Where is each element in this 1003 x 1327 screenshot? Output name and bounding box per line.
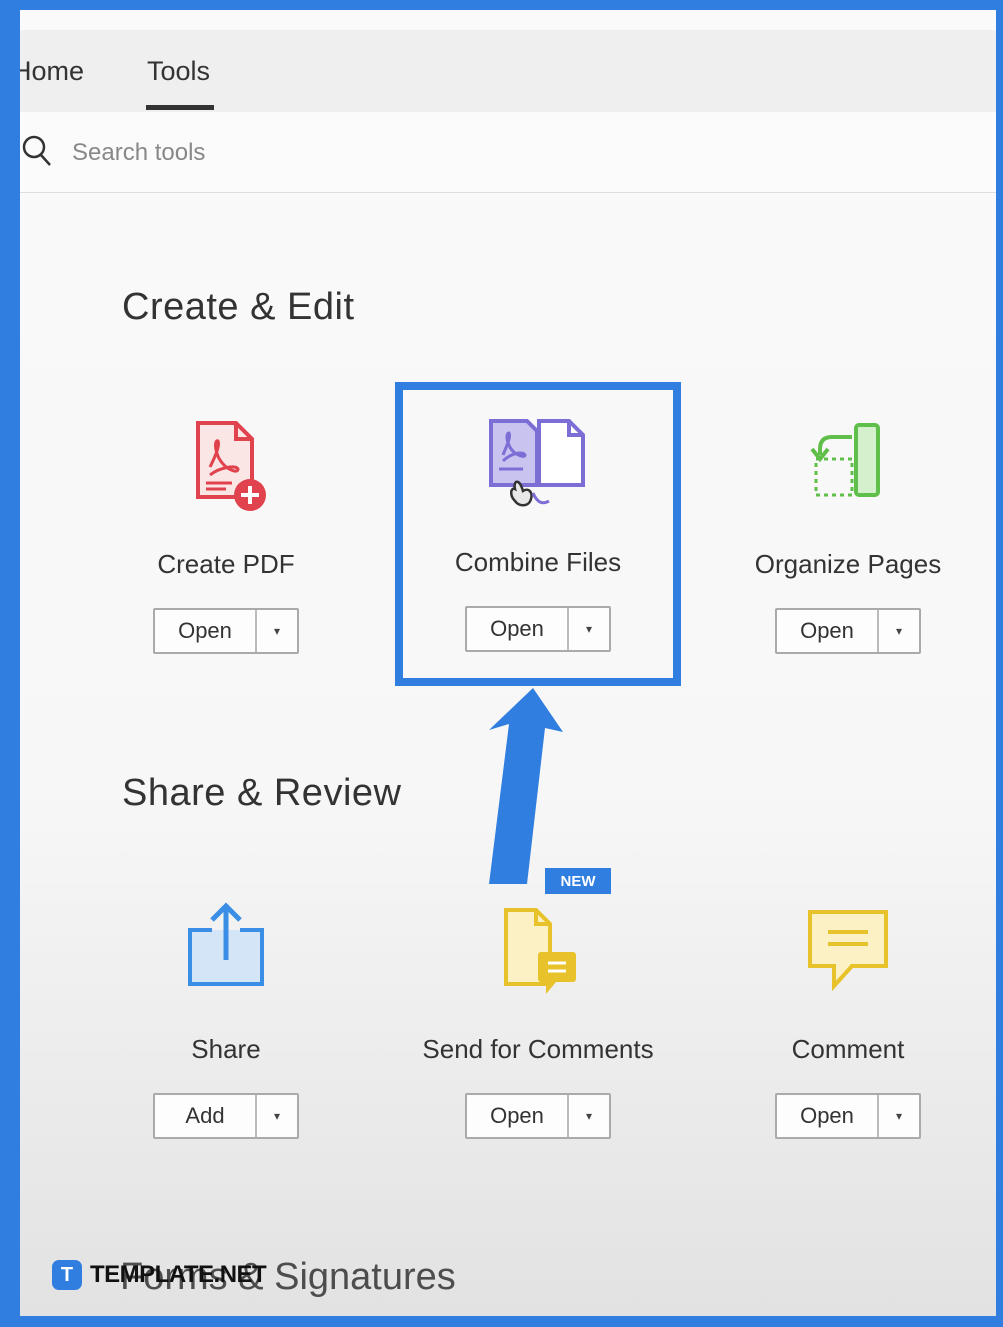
tool-comment: Comment Open ▾ bbox=[728, 900, 968, 1150]
tool-organize-pages: Organize Pages Open ▾ bbox=[728, 415, 968, 665]
create-pdf-open-button[interactable]: Open bbox=[155, 610, 257, 652]
search-icon bbox=[22, 134, 52, 173]
acrobat-tools-window: Home Tools Create & Edit bbox=[20, 10, 996, 1316]
send-for-comments-icon bbox=[418, 900, 658, 1000]
search-bar bbox=[20, 112, 996, 193]
tool-send-for-comments: Send for Comments Open ▾ bbox=[418, 900, 658, 1150]
organize-pages-dropdown-button[interactable]: ▾ bbox=[879, 610, 919, 652]
share-dropdown-button[interactable]: ▾ bbox=[257, 1095, 297, 1137]
send-for-comments-dropdown-button[interactable]: ▾ bbox=[569, 1095, 609, 1137]
send-for-comments-open-button[interactable]: Open bbox=[467, 1095, 569, 1137]
comment-icon bbox=[728, 900, 968, 1000]
tool-name-create-pdf: Create PDF bbox=[157, 549, 295, 579]
tab-home[interactable]: Home bbox=[20, 56, 84, 87]
tool-share: Share Add ▾ bbox=[106, 900, 346, 1150]
watermark: T TEMPLATE.NET bbox=[52, 1260, 267, 1290]
organize-pages-open-split-button: Open ▾ bbox=[775, 608, 921, 654]
create-pdf-open-split-button: Open ▾ bbox=[153, 608, 299, 654]
template-logo-icon: T bbox=[52, 1260, 82, 1290]
share-icon bbox=[106, 900, 346, 1000]
active-tab-indicator bbox=[146, 105, 214, 110]
create-pdf-dropdown-button[interactable]: ▾ bbox=[257, 610, 297, 652]
comment-open-button[interactable]: Open bbox=[777, 1095, 879, 1137]
share-add-split-button: Add ▾ bbox=[153, 1093, 299, 1139]
section-title-share-review: Share & Review bbox=[122, 772, 402, 814]
comment-open-split-button: Open ▾ bbox=[775, 1093, 921, 1139]
tab-tools[interactable]: Tools bbox=[147, 56, 210, 87]
tool-name-organize-pages: Organize Pages bbox=[754, 549, 942, 579]
tool-create-pdf: Create PDF Open ▾ bbox=[106, 415, 346, 665]
create-pdf-icon bbox=[106, 415, 346, 515]
annotation-arrow bbox=[489, 688, 563, 884]
combine-files-highlight-box bbox=[395, 382, 681, 686]
tool-name-comment: Comment bbox=[791, 1034, 905, 1064]
tab-bar: Home Tools bbox=[20, 30, 996, 112]
search-input[interactable] bbox=[70, 134, 474, 172]
organize-pages-open-button[interactable]: Open bbox=[777, 610, 879, 652]
tool-name-share: Share bbox=[191, 1034, 261, 1064]
send-for-comments-open-split-button: Open ▾ bbox=[465, 1093, 611, 1139]
share-add-button[interactable]: Add bbox=[155, 1095, 257, 1137]
tool-name-send-for-comments: Send for Comments bbox=[422, 1034, 654, 1064]
watermark-text: TEMPLATE.NET bbox=[90, 1261, 267, 1288]
section-title-create-edit: Create & Edit bbox=[122, 286, 355, 328]
new-badge: NEW bbox=[545, 868, 611, 894]
comment-dropdown-button[interactable]: ▾ bbox=[879, 1095, 919, 1137]
organize-pages-icon bbox=[728, 415, 968, 515]
